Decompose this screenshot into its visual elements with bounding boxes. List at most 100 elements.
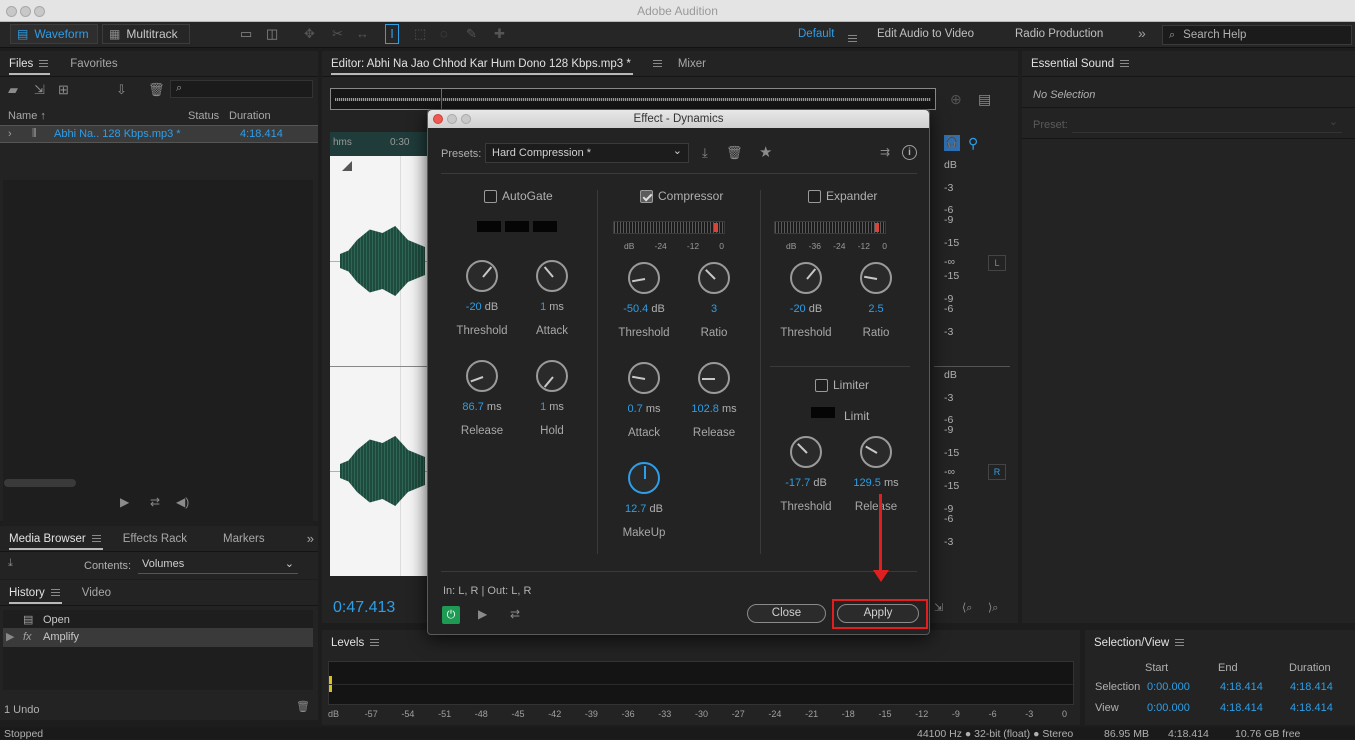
panel-overflow-icon[interactable]: » (307, 531, 314, 546)
compressor-attack-value[interactable]: 0.7 ms (604, 403, 684, 415)
tab-media-browser[interactable]: Media Browser (9, 533, 103, 550)
selection-view-menu-icon[interactable] (1175, 639, 1185, 647)
file-row[interactable]: › ⫼ Abhi Na.. 128 Kbps.mp3 * 4:18.414 (0, 125, 318, 143)
spectral-frequency-icon[interactable]: ▭ (240, 26, 252, 42)
headphones-icon[interactable]: 🎧 (944, 135, 960, 151)
compressor-makeup-value[interactable]: 12.7 dB (604, 503, 684, 515)
view-start[interactable]: 0:00.000 (1147, 702, 1190, 714)
compressor-checkbox[interactable]: Compressor (640, 189, 723, 203)
autogate-threshold-value[interactable]: -20 dB (442, 301, 522, 313)
workspace-default[interactable]: Default (798, 28, 834, 40)
tab-markers[interactable]: Markers (223, 533, 265, 545)
dialog-minimize-icon[interactable] (447, 114, 457, 124)
autoplay-icon[interactable]: ◀) (176, 495, 189, 509)
list-view-icon[interactable]: ▤ (978, 91, 991, 108)
expander-checkbox[interactable]: Expander (808, 189, 877, 203)
autogate-hold-value[interactable]: 1 ms (512, 401, 592, 413)
compressor-release-value[interactable]: 102.8 ms (674, 403, 754, 415)
loop-icon[interactable]: ⇄ (150, 495, 160, 509)
tab-selection-view[interactable]: Selection/View (1094, 637, 1185, 649)
more-workspaces-icon[interactable]: » (1138, 25, 1146, 41)
play-icon[interactable]: ▶ (120, 495, 129, 509)
autogate-hold-knob[interactable] (536, 360, 568, 392)
tab-levels[interactable]: Levels (331, 637, 380, 649)
minimize-window-icon[interactable] (20, 6, 31, 17)
selection-start[interactable]: 0:00.000 (1147, 681, 1190, 693)
preset-dropdown[interactable]: ⌄ (1072, 115, 1342, 133)
expander-threshold-value[interactable]: -20 dB (766, 303, 846, 315)
favorite-star-icon[interactable]: ★ (759, 143, 772, 161)
selection-end[interactable]: 4:18.414 (1220, 681, 1263, 693)
presets-dropdown[interactable]: Hard Compression * ⌄ (485, 143, 689, 163)
channel-right-toggle[interactable]: R (988, 464, 1006, 480)
overview-waveform[interactable] (330, 88, 936, 110)
marker-pin-icon[interactable]: ⚲ (968, 135, 978, 152)
zoom-in-time-icon[interactable]: ⟨⌕ (962, 601, 972, 615)
apply-button[interactable]: Apply (837, 604, 919, 623)
limiter-threshold-knob[interactable] (790, 436, 822, 468)
history-menu-icon[interactable] (50, 588, 60, 596)
zoom-out-time-icon[interactable]: ⟩⌕ (988, 601, 998, 615)
column-duration[interactable]: Duration (229, 110, 271, 122)
brush-tool-icon[interactable]: ✎ (466, 26, 477, 42)
compressor-release-knob[interactable] (698, 362, 730, 394)
razor-tool-icon[interactable]: ✂ (332, 26, 343, 42)
multitrack-mode-button[interactable]: ▦ Multitrack (102, 24, 190, 44)
compressor-ratio-knob[interactable] (698, 262, 730, 294)
history-item-open[interactable]: ▤ Open (3, 610, 313, 628)
move-tool-icon[interactable]: ✥ (304, 26, 315, 42)
tab-files[interactable]: Files (9, 58, 51, 75)
autogate-threshold-knob[interactable] (466, 260, 498, 292)
compressor-threshold-value[interactable]: -50.4 dB (604, 303, 684, 315)
new-file-icon[interactable]: ⊞ (58, 82, 69, 98)
tab-video[interactable]: Video (82, 587, 111, 599)
column-status[interactable]: Status (188, 110, 219, 122)
delete-file-icon[interactable]: 🗑 (148, 82, 165, 98)
limiter-release-value[interactable]: 129.5 ms (836, 477, 916, 489)
delete-history-icon[interactable]: 🗑 (296, 700, 310, 713)
selection-duration[interactable]: 4:18.414 (1290, 681, 1333, 693)
compressor-attack-knob[interactable] (628, 362, 660, 394)
essential-sound-menu-icon[interactable] (1120, 59, 1130, 67)
close-window-icon[interactable] (6, 6, 17, 17)
slip-tool-icon[interactable]: ↔ (356, 26, 369, 41)
save-preset-icon[interactable]: ⤓ (702, 145, 708, 161)
zoom-navigator-icon[interactable]: ⊕ (950, 91, 962, 108)
power-toggle-icon[interactable]: ⏻ (442, 606, 460, 624)
close-button[interactable]: Close (747, 604, 826, 623)
compressor-ratio-value[interactable]: 3 (674, 303, 754, 315)
files-horizontal-scrollbar[interactable] (4, 479, 76, 487)
search-help-field[interactable]: ⌕ Search Help (1162, 25, 1352, 45)
workspace-radio-production[interactable]: Radio Production (1015, 28, 1103, 40)
files-menu-icon[interactable] (39, 59, 49, 67)
lasso-tool-icon[interactable]: ◌ (440, 26, 448, 41)
preview-loop-icon[interactable]: ⇄ (510, 607, 520, 621)
autogate-checkbox[interactable]: AutoGate (484, 189, 553, 203)
workspace-edit-audio-to-video[interactable]: Edit Audio to Video (877, 28, 974, 40)
download-icon[interactable]: ⤓ (8, 557, 13, 570)
view-end[interactable]: 4:18.414 (1220, 702, 1263, 714)
contents-dropdown[interactable]: Volumes ⌄ (138, 556, 298, 574)
expander-ratio-value[interactable]: 2.5 (836, 303, 916, 315)
spectral-pitch-icon[interactable]: ◫ (266, 26, 278, 42)
tab-history[interactable]: History (9, 587, 62, 604)
time-selection-tool-icon[interactable]: I (385, 24, 399, 44)
info-icon[interactable]: i (902, 145, 917, 160)
autogate-release-value[interactable]: 86.7 ms (442, 401, 522, 413)
open-file-icon[interactable]: ▰ (8, 82, 18, 98)
preview-play-icon[interactable]: ▶ (478, 607, 487, 621)
limiter-checkbox[interactable]: Limiter (815, 378, 869, 392)
tab-mixer[interactable]: Mixer (678, 58, 706, 70)
tab-editor[interactable]: Editor: Abhi Na Jao Chhod Kar Hum Dono 1… (331, 58, 633, 75)
media-browser-menu-icon[interactable] (91, 534, 101, 542)
dialog-close-icon[interactable] (433, 114, 443, 124)
compressor-makeup-knob[interactable] (628, 462, 660, 494)
editor-menu-icon[interactable] (652, 60, 662, 67)
expander-ratio-knob[interactable] (860, 262, 892, 294)
zoom-out-amplitude-icon[interactable]: ⇲ (934, 601, 943, 614)
waveform-mode-button[interactable]: ▤ Waveform (10, 24, 98, 44)
column-name[interactable]: Name ↑ (8, 110, 46, 122)
delete-preset-icon[interactable]: 🗑 (726, 145, 743, 161)
routing-icon[interactable]: ⇉ (880, 145, 890, 159)
tab-favorites[interactable]: Favorites (70, 58, 117, 70)
